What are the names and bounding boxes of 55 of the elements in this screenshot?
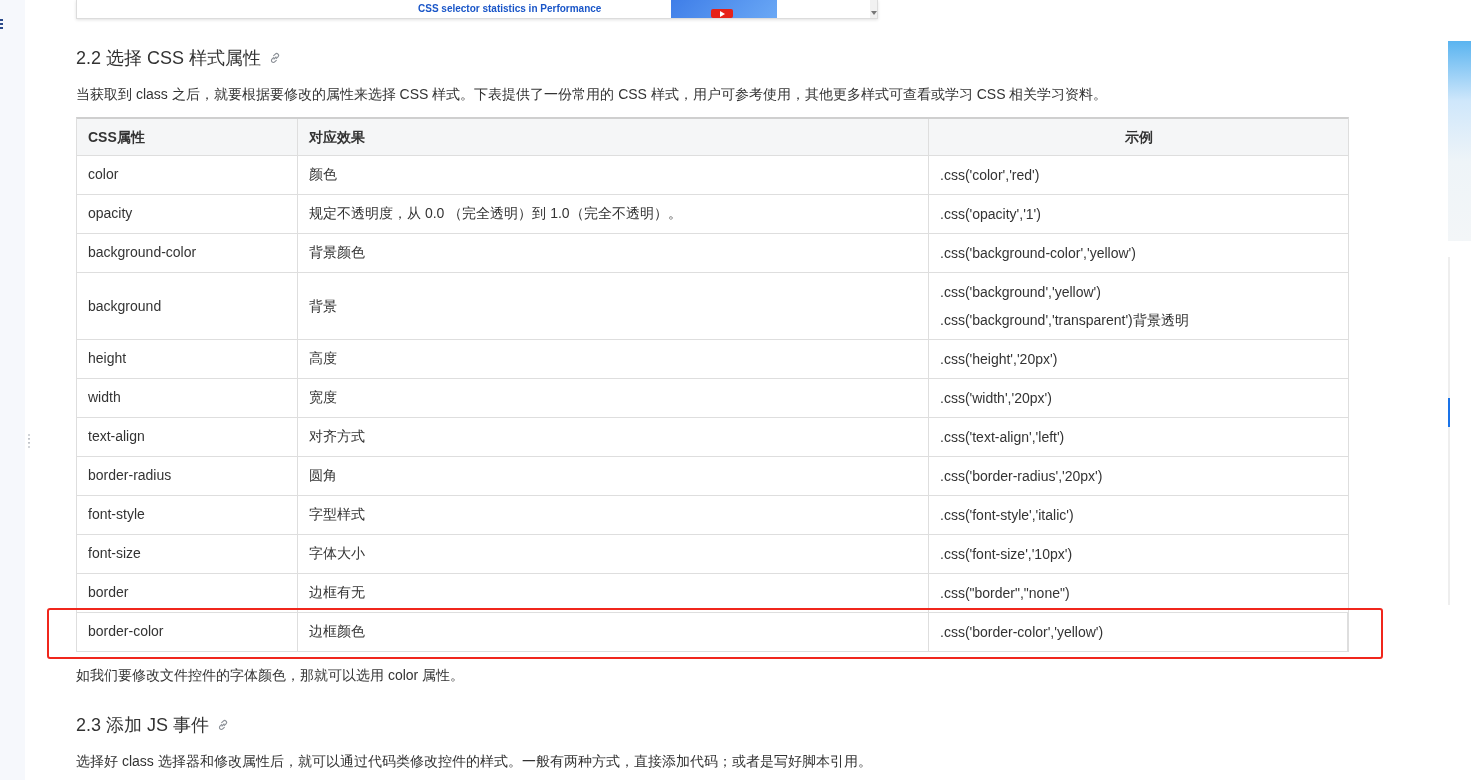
table-cell: width (77, 379, 298, 417)
table-cell: 字型样式 (298, 496, 929, 534)
table-cell: 背景 (298, 273, 929, 339)
code-example-text: .css('height','20px') (940, 350, 1058, 369)
table-cell: 宽度 (298, 379, 929, 417)
article-card-title: CSS selector statistics in Performance (418, 2, 602, 15)
table-cell: 颜色 (298, 156, 929, 194)
table-cell: 边框有无 (298, 574, 929, 612)
table-cell: 高度 (298, 340, 929, 378)
code-example-text: .css('font-size','10px') (940, 545, 1073, 564)
code-example-text: .css('color','red') (940, 166, 1040, 185)
table-cell: font-size (77, 535, 298, 573)
body-paragraph: 当获取到 class 之后，就要根据要修改的属性来选择 CSS 样式。下表提供了一份常用的 CSS 样式，用户可参考使用，其他更多样式可查看或学习 CSS 相关学习资料。 (76, 85, 1108, 104)
table-cell: border (77, 574, 298, 612)
code-example-text: .css('background','yellow') (940, 283, 1101, 302)
code-example-text: .css('background-color','yellow') (940, 244, 1136, 263)
link-icon[interactable] (217, 719, 230, 731)
code-example-text: .css('border-radius','20px') (940, 467, 1103, 486)
table-cell: height (77, 340, 298, 378)
toc-progress-indicator (1448, 398, 1450, 427)
menu-icon[interactable] (0, 19, 3, 29)
ad-image-placeholder[interactable] (1448, 41, 1471, 241)
column-header: CSS属性 (77, 119, 298, 155)
table-cell: border-radius (77, 457, 298, 495)
table-cell: border-color (77, 613, 298, 651)
code-example-text: .css('border-color','yellow') (940, 623, 1104, 642)
column-header: 对应效果 (298, 119, 929, 155)
table-cell: text-align (77, 418, 298, 456)
body-paragraph: 如我们要修改文件控件的字体颜色，那就可以选用 color 属性。 (76, 666, 465, 685)
play-button-icon[interactable] (711, 9, 733, 18)
column-header: 示例 (1123, 128, 1154, 147)
table-cell: 圆角 (298, 457, 929, 495)
card-scrollbar[interactable] (870, 0, 877, 18)
table-cell: background-color (77, 234, 298, 272)
code-example-text: .css('font-style','italic') (940, 506, 1074, 525)
table-cell: color (77, 156, 298, 194)
scroll-down-arrow-icon[interactable] (870, 11, 877, 15)
code-example-text: .css('width','20px') (940, 389, 1052, 408)
table-cell: opacity (77, 195, 298, 233)
drag-handle-icon[interactable] (28, 434, 30, 448)
table-cell: 边框颜色 (298, 613, 929, 651)
code-example-text: .css('background','transparent')背景透明 (940, 311, 1189, 330)
table-cell: 对齐方式 (298, 418, 929, 456)
code-example-text: .css('text-align','left') (940, 428, 1065, 447)
code-example-text: .css('opacity','1') (940, 205, 1041, 224)
table-cell: 规定不透明度，从 0.0 （完全透明）到 1.0（完全不透明）。 (298, 195, 929, 233)
body-paragraph: 选择好 class 选择器和修改属性后，就可以通过代码类修改控件的样式。一般有两种方式，直接添加代码；或者是写好脚本引用。 (76, 752, 872, 771)
code-example-text: .css("border","none") (940, 584, 1070, 603)
table-cell: font-style (77, 496, 298, 534)
link-icon[interactable] (269, 52, 282, 64)
table-cell: 背景颜色 (298, 234, 929, 272)
table-cell: 字体大小 (298, 535, 929, 573)
table-cell: background (77, 273, 298, 339)
section-heading: 2.2 选择 CSS 样式属性 (76, 47, 262, 70)
section-heading: 2.3 添加 JS 事件 (76, 714, 210, 737)
